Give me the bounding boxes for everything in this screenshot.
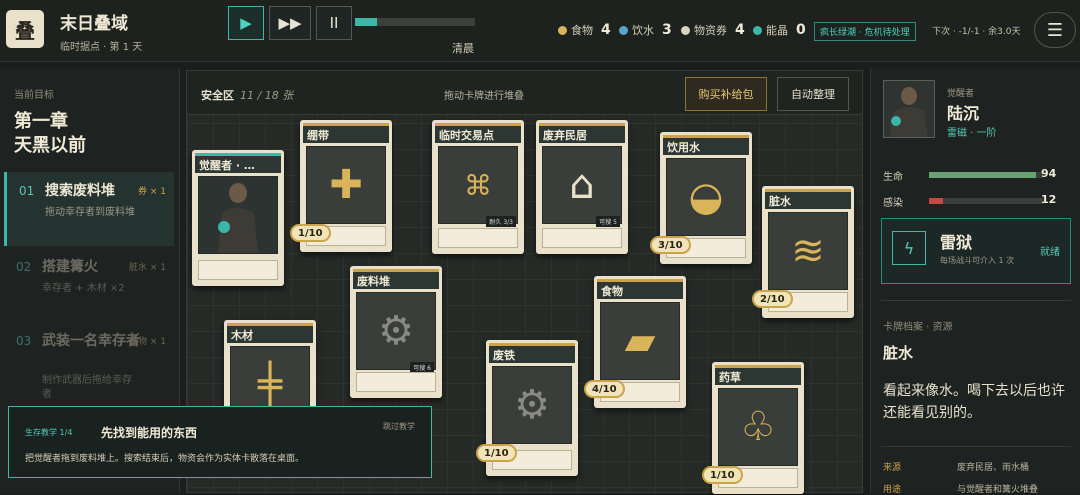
- task-item[interactable]: 03 武装一名幸存者 制作武器后拖给幸存者 食物 × 1: [4, 322, 174, 412]
- buy-pack-button[interactable]: 购买补给包: [685, 77, 767, 111]
- resource-food: 食物 4: [558, 22, 611, 38]
- character-class: 雷磁 · 一阶: [947, 128, 997, 139]
- time-of-day: 清晨: [452, 42, 474, 55]
- card-count-badge: 2/10: [752, 290, 793, 308]
- hp-label: 生命: [883, 172, 903, 183]
- tutorial-step: 生存教学 1/4: [25, 428, 73, 437]
- skip-tutorial-button[interactable]: 跳过教学: [383, 421, 415, 432]
- gear-icon: ⚙: [492, 366, 572, 444]
- card-count-badge: 4/10: [584, 380, 625, 398]
- divider: [881, 300, 1071, 301]
- character-name: 陆沉: [947, 104, 980, 123]
- location-day: 临时据点 · 第 1 天: [60, 42, 143, 53]
- tutorial-panel: 生存教学 1/4 先找到能用的东西 跳过教学 把觉醒者拖到废料堆上。搜索结束后，…: [8, 406, 432, 478]
- chapter-title: 第一章 天黑以前: [14, 111, 86, 156]
- wave-icon: ≋: [768, 212, 848, 290]
- trade-post-card[interactable]: 临时交易点 ⌘ 耐久 3/3: [432, 120, 524, 254]
- food-dot-icon: [558, 25, 567, 35]
- scrap-icon: ⚙: [356, 292, 436, 370]
- house-icon: ⌂: [542, 146, 622, 224]
- voucher-dot-icon: [681, 25, 690, 35]
- play-button[interactable]: ▶: [228, 6, 264, 40]
- hp-value: 94: [1041, 167, 1057, 180]
- food-icon: ▰: [600, 302, 680, 380]
- board-header: 安全区 11 / 18 张 拖动卡牌进行堆叠 购买补给包 自动整理: [187, 71, 862, 115]
- durability-tag: 耐久 3/3: [486, 216, 516, 227]
- crystal-dot-icon: [753, 25, 762, 35]
- zone-label: 安全区 11 / 18 张: [201, 89, 294, 102]
- tutorial-title: 先找到能用的东西: [101, 426, 198, 440]
- card-count-badge: 1/10: [476, 444, 517, 462]
- archive-desc: 看起来像水。喝下去以后也许还能看见别的。: [883, 383, 1065, 421]
- game-logo: 叠: [6, 10, 44, 48]
- time-progress-fill: [355, 18, 377, 26]
- card-count-badge: 1/10: [702, 466, 743, 484]
- resource-voucher: 物资券 4: [681, 22, 745, 38]
- skill-name: 雷狱: [940, 233, 973, 252]
- source-label: 来源: [883, 463, 902, 473]
- search-count-tag: 可搜 5: [596, 216, 620, 227]
- fast-forward-button[interactable]: ▶▶: [269, 6, 311, 40]
- archive-heading: 卡牌档案 · 资源: [883, 322, 953, 333]
- archive-title: 脏水: [883, 344, 914, 362]
- auto-sort-button[interactable]: 自动整理: [777, 77, 849, 111]
- tutorial-desc: 把觉醒者拖到废料堆上。搜索结束后，物资会作为实体卡散落在桌面。: [25, 454, 305, 464]
- survivor-card[interactable]: 觉醒者 · …: [192, 150, 284, 286]
- task-item[interactable]: 02 搭建篝火 幸存者 + 木材 ×2 脏水 × 1: [4, 248, 174, 322]
- character-panel: 觉醒者 陆沉 雷磁 · 一阶 生命 94 感染 12 ϟ 雷狱 每场战斗可介入 …: [870, 68, 1080, 495]
- time-progress-bar: [355, 18, 475, 26]
- use-label: 用途: [883, 485, 902, 495]
- card-count-badge: 1/10: [290, 224, 331, 242]
- next-event: 下次 · -1/-1 · 余3.0天: [932, 27, 1021, 37]
- skill-ready: 就绪: [1040, 247, 1060, 258]
- water-icon: ◒: [666, 158, 746, 236]
- crisis-alert[interactable]: 疯长绿潮 · 危机待处理: [814, 22, 916, 41]
- avatar: [883, 80, 935, 138]
- infection-bar: [929, 198, 1043, 204]
- game-title: 末日叠域: [60, 14, 128, 34]
- hp-bar: [929, 172, 1043, 178]
- scrap-pile-card[interactable]: 废料堆 ⚙ 可搜 6: [350, 266, 442, 398]
- skill-desc: 每场战斗可介入 1 次: [940, 256, 1015, 265]
- abandoned-house-card[interactable]: 废弃民居 ⌂ 可搜 5: [536, 120, 628, 254]
- objectives-heading: 当前目标: [14, 90, 54, 101]
- card-count-badge: 3/10: [650, 236, 691, 254]
- trade-icon: ⌘: [438, 146, 518, 224]
- divider: [881, 446, 1071, 447]
- source-value: 废弃民居、雨水桶: [957, 463, 1030, 473]
- menu-button[interactable]: ☰: [1034, 12, 1076, 48]
- pause-button[interactable]: II: [316, 6, 352, 40]
- use-value: 与觉醒者和篝火堆叠: [957, 485, 1039, 495]
- resource-crystal: 能晶 0: [753, 22, 806, 38]
- infection-label: 感染: [883, 198, 903, 209]
- skill-card[interactable]: ϟ 雷狱 每场战斗可介入 1 次 就绪: [881, 218, 1071, 284]
- water-dot-icon: [619, 25, 628, 35]
- clover-icon: ♧: [718, 388, 798, 466]
- cross-icon: ✚: [306, 146, 386, 224]
- resource-water: 饮水 3: [619, 22, 672, 38]
- character-role: 觉醒者: [947, 89, 975, 99]
- lightning-icon: ϟ: [892, 231, 926, 265]
- task-item[interactable]: 01 搜索废料堆 拖动幸存者到废料堆 券 × 1: [4, 172, 174, 246]
- top-bar: 叠 末日叠域 临时据点 · 第 1 天 ▶ ▶▶ II 清晨 食物 4 饮水 3 物…: [0, 0, 1080, 62]
- survivor-portrait: [198, 176, 278, 254]
- infection-value: 12: [1041, 193, 1057, 206]
- board-hint: 拖动卡牌进行堆叠: [444, 91, 524, 102]
